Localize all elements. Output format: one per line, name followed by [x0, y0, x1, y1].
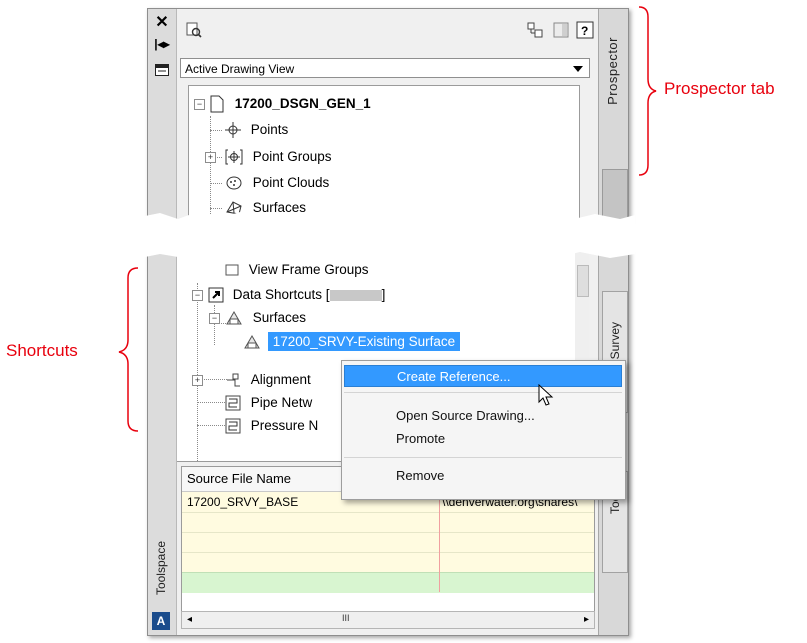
- grid-hscrollbar[interactable]: ◂ III ▸: [181, 611, 595, 629]
- pipe-networks-label: Pipe Netw: [250, 395, 313, 410]
- properties-icon[interactable]: [153, 61, 171, 79]
- view-frame-icon: [225, 264, 239, 276]
- tree-item-point-clouds[interactable]: Point Clouds: [225, 172, 329, 194]
- view-dropdown-value: Active Drawing View: [185, 62, 295, 76]
- scroll-left-icon[interactable]: ◂: [187, 614, 192, 625]
- data-shortcuts-close: ]: [381, 287, 386, 302]
- data-shortcuts-label: Data Shortcuts [: [232, 287, 330, 302]
- points-icon: [225, 122, 241, 139]
- point-cloud-icon: [226, 176, 242, 190]
- survey-tab-label: Survey: [608, 322, 622, 360]
- selected-surface-label[interactable]: 17200_SRVY-Existing Surface: [267, 332, 461, 351]
- menu-promote[interactable]: Promote: [344, 428, 622, 450]
- chevron-down-icon[interactable]: [573, 66, 583, 72]
- prospector-tab-label: Prospector: [605, 37, 620, 105]
- tree-item-point-clouds-label: Point Clouds: [252, 175, 330, 190]
- collapse-data-shortcuts-toggle[interactable]: −: [192, 290, 203, 301]
- menu-create-reference[interactable]: Create Reference...: [344, 365, 622, 387]
- alignment-icon: [227, 373, 240, 387]
- alignments-label: Alignment: [250, 372, 311, 387]
- collapse-surfaces-toggle[interactable]: −: [209, 313, 220, 324]
- toolspace-title-strip: ✕ |◂▸: [148, 9, 177, 221]
- view-dropdown[interactable]: Active Drawing View: [180, 58, 590, 78]
- pressure-networks-label: Pressure N: [250, 418, 319, 433]
- tree-item-point-groups-label: Point Groups: [252, 149, 332, 164]
- point-groups-icon: [225, 149, 243, 165]
- tree-root-label: 17200_DSGN_GEN_1: [234, 96, 371, 111]
- tree-item-drawing[interactable]: 17200_DSGN_GEN_1: [209, 93, 371, 115]
- expand-point-groups-toggle[interactable]: +: [205, 152, 216, 163]
- surface-reference-icon: [244, 335, 260, 349]
- torn-edge: [140, 211, 635, 233]
- grid-view-icon[interactable]: [526, 21, 544, 39]
- tree-item-points[interactable]: Points: [225, 119, 288, 141]
- auto-hide-icon[interactable]: |◂▸: [153, 35, 171, 53]
- source-file-cell: 17200_SRVY_BASE: [187, 495, 299, 509]
- tree-item-pipe-networks[interactable]: Pipe Netw: [225, 392, 312, 414]
- table-row[interactable]: [182, 552, 594, 573]
- surface-folder-icon: [226, 311, 242, 325]
- close-icon[interactable]: ✕: [153, 13, 171, 31]
- tree-item-pressure-networks[interactable]: Pressure N: [225, 415, 318, 437]
- table-row[interactable]: [182, 572, 594, 593]
- menu-remove[interactable]: Remove: [344, 465, 622, 487]
- torn-edge: [140, 240, 635, 260]
- column-divider: [439, 492, 440, 592]
- tree-item-points-label: Points: [250, 122, 289, 137]
- tree-item-point-groups[interactable]: Point Groups: [225, 146, 332, 168]
- tree-item-surfaces-folder[interactable]: Surfaces: [225, 307, 306, 329]
- svg-text:?: ?: [581, 24, 588, 38]
- item-view-icon[interactable]: [185, 21, 203, 39]
- help-icon[interactable]: ?: [576, 21, 594, 39]
- prospector-tree: − 17200_DSGN_GEN_1 Points + Point Groups…: [188, 85, 619, 221]
- expand-alignments-toggle[interactable]: +: [192, 375, 203, 386]
- shortcuts-brace: [118, 267, 139, 432]
- scroll-grip[interactable]: III: [342, 613, 350, 623]
- panel-view-icon[interactable]: [552, 21, 570, 39]
- prospector-brace: [638, 6, 657, 176]
- tree-item-alignments[interactable]: Alignment: [225, 369, 311, 391]
- redacted-path: [329, 289, 382, 301]
- shortcuts-annotation: Shortcuts: [6, 341, 78, 360]
- menu-open-source-drawing[interactable]: Open Source Drawing...: [344, 405, 622, 427]
- pipe-network-icon: [225, 395, 241, 411]
- toolspace-top-panel: ✕ |◂▸ ? Active Drawing View − 17200_DSGN…: [147, 8, 629, 222]
- tree-item-existing-surface[interactable]: 17200_SRVY-Existing Surface: [243, 331, 461, 353]
- toolspace-side-strip: Toolspace A: [148, 251, 177, 635]
- mouse-cursor-icon: [538, 384, 554, 406]
- prospector-tab-annotation: Prospector tab: [664, 79, 775, 98]
- surfaces-folder-label: Surfaces: [252, 310, 307, 325]
- autocad-icon[interactable]: A: [152, 612, 170, 630]
- table-row[interactable]: [182, 532, 594, 553]
- prospector-toolbar: ?: [177, 15, 597, 43]
- tree-item-data-shortcuts[interactable]: Data Shortcuts []: [208, 284, 385, 306]
- drawing-icon: [210, 95, 224, 113]
- context-menu: Create Reference... Open Source Drawing.…: [341, 360, 626, 500]
- scroll-right-icon[interactable]: ▸: [584, 614, 589, 625]
- scroll-thumb[interactable]: [577, 265, 589, 297]
- pressure-network-icon: [225, 418, 241, 434]
- table-row[interactable]: [182, 512, 594, 533]
- collapse-root-toggle[interactable]: −: [194, 99, 205, 110]
- prospector-tab[interactable]: Prospector: [598, 9, 628, 221]
- toolspace-label: Toolspace: [154, 541, 168, 596]
- source-file-name-header[interactable]: Source File Name: [182, 471, 291, 486]
- shortcut-icon: [208, 287, 224, 303]
